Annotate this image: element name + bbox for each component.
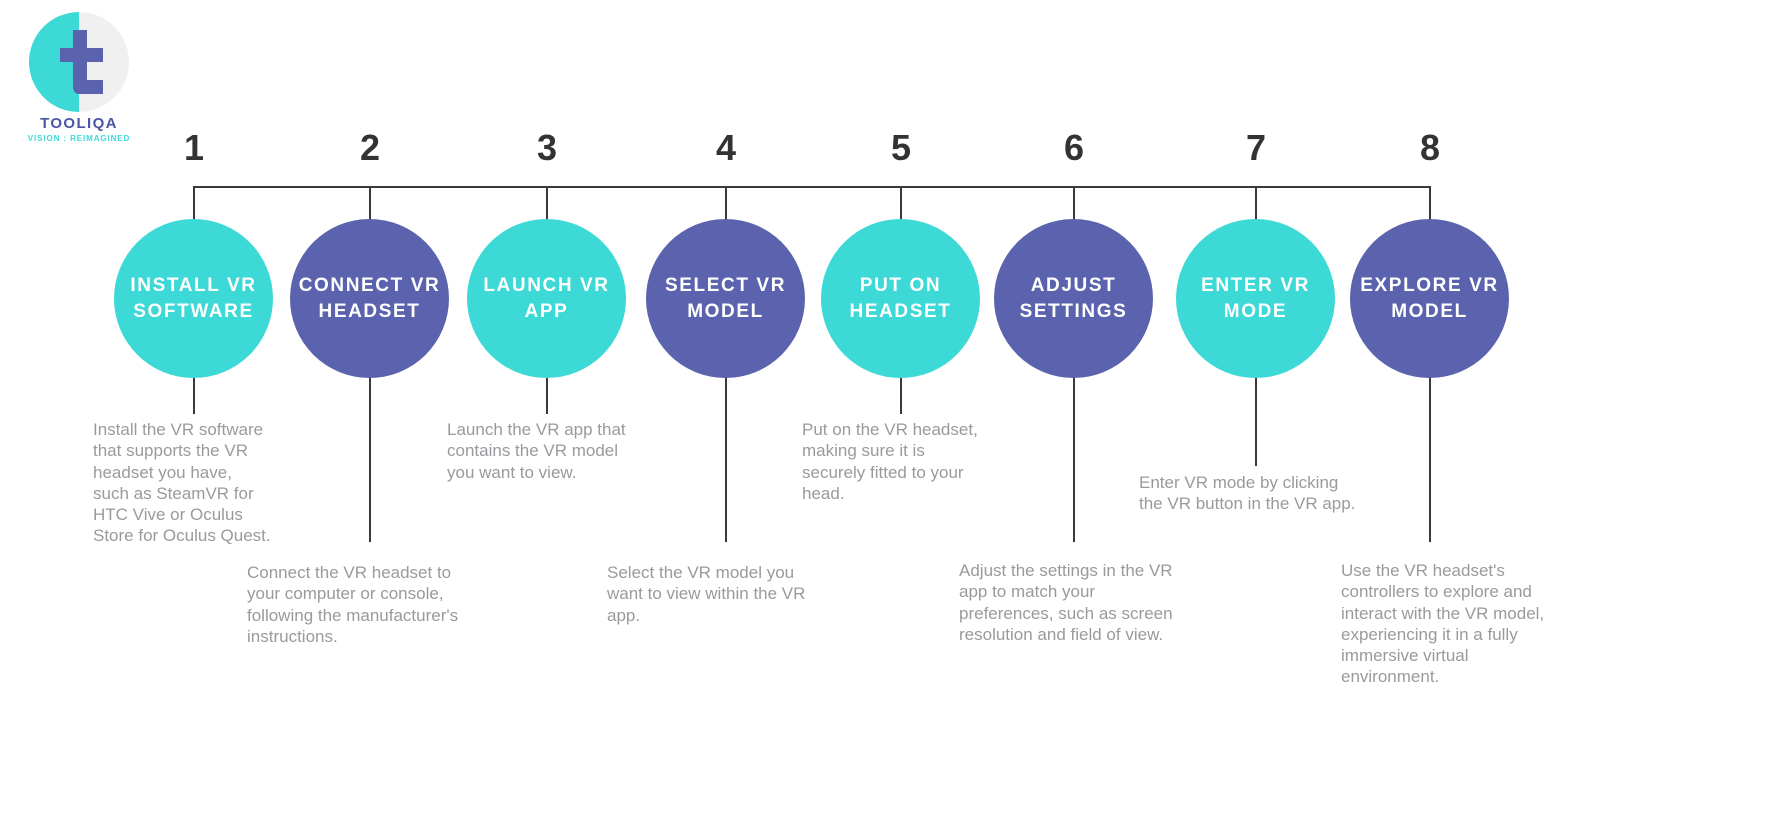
step-description-5: Put on the VR headset, making sure it is… (802, 420, 978, 503)
top-stem-5 (900, 186, 902, 222)
top-stem-4 (725, 186, 727, 222)
step-circle-label-6: ADJUST SETTINGS (1019, 274, 1128, 322)
step-number-6: 6 (1063, 127, 1085, 168)
brand-logo: TOOLIQA VISION : REIMAGINED (24, 12, 134, 143)
step-number-row: 1 2 3 4 5 6 7 8 (0, 125, 1771, 171)
logo-letter-t (60, 30, 103, 94)
step-number-8: 8 (1419, 127, 1441, 168)
step-circle-8[interactable]: EXPLORE VR MODEL (1350, 219, 1509, 378)
step-description-2: Connect the VR headset to your computer … (247, 563, 459, 646)
step-number-7: 7 (1245, 127, 1267, 168)
step-circle-label-3: LAUNCH VR APP (483, 274, 610, 322)
step-description-6: Adjust the settings in the VR app to mat… (959, 561, 1173, 644)
bottom-stem-6 (1073, 366, 1075, 542)
step-circle-label-1: INSTALL VR SOFTWARE (130, 274, 257, 322)
bottom-stem-2 (369, 366, 371, 542)
bottom-stem-7 (1255, 366, 1257, 466)
bottom-stem-4 (725, 366, 727, 542)
step-description-7: Enter VR mode by clicking the VR button … (1139, 473, 1356, 514)
step-circle-2[interactable]: CONNECT VR HEADSET (290, 219, 449, 378)
step-description-1: Install the VR software that supports th… (93, 420, 271, 546)
step-circle-label-2: CONNECT VR HEADSET (298, 274, 441, 322)
step-number-3: 3 (536, 127, 558, 168)
top-stem-6 (1073, 186, 1075, 222)
top-stem-1 (193, 186, 195, 222)
step-circle-1[interactable]: INSTALL VR SOFTWARE (114, 219, 273, 378)
step-number-2: 2 (359, 127, 381, 168)
infographic-canvas: TOOLIQA VISION : REIMAGINED 1 2 3 4 5 6 … (0, 0, 1771, 829)
step-circle-label-4: SELECT VR MODEL (664, 274, 787, 322)
step-circle-label-7: ENTER VR MODE (1201, 274, 1310, 322)
step-circle-label-5: PUT ON HEADSET (849, 274, 952, 322)
top-stem-3 (546, 186, 548, 222)
step-circle-7[interactable]: ENTER VR MODE (1176, 219, 1335, 378)
top-stem-7 (1255, 186, 1257, 222)
step-description-4: Select the VR model you want to view wit… (607, 563, 806, 625)
step-number-5: 5 (890, 127, 912, 168)
bottom-stem-8 (1429, 366, 1431, 542)
step-circle-label-8: EXPLORE VR MODEL (1360, 274, 1499, 322)
step-description-3: Launch the VR app that contains the VR m… (447, 420, 626, 482)
step-circle-5[interactable]: PUT ON HEADSET (821, 219, 980, 378)
step-circle-4[interactable]: SELECT VR MODEL (646, 219, 805, 378)
step-number-4: 4 (715, 127, 737, 168)
step-number-1: 1 (183, 127, 205, 168)
step-circle-6[interactable]: ADJUST SETTINGS (994, 219, 1153, 378)
timeline-connector-line (193, 186, 1431, 188)
tooliqa-t-logo-icon (29, 12, 129, 112)
top-stem-8 (1429, 186, 1431, 222)
step-circle-3[interactable]: LAUNCH VR APP (467, 219, 626, 378)
step-description-8: Use the VR headset's controllers to expl… (1341, 561, 1545, 687)
top-stem-2 (369, 186, 371, 222)
